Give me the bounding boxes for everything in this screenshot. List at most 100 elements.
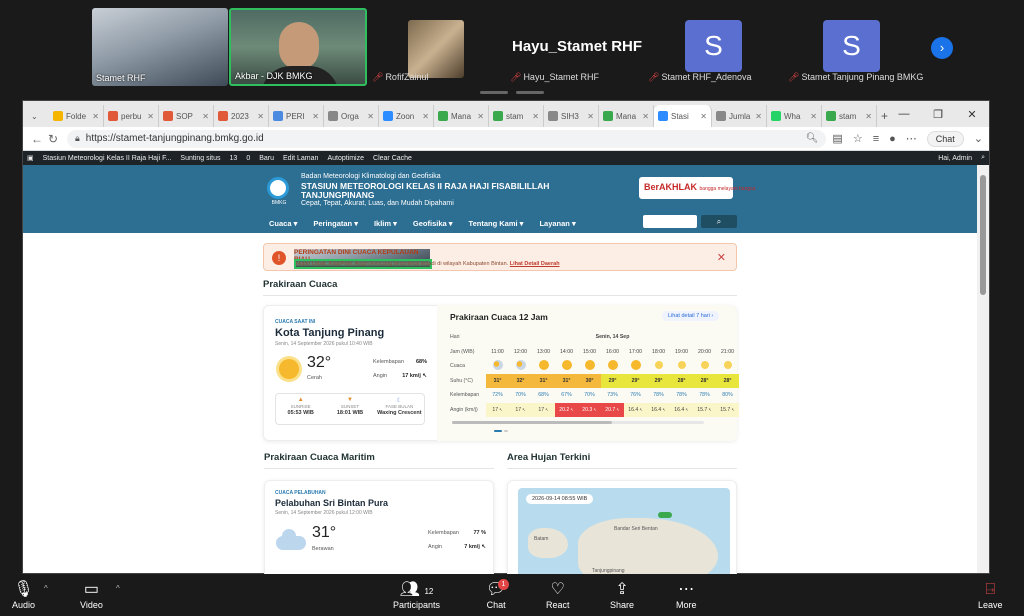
wp-site-link[interactable]: Stasiun Meteorologi Kelas II Raja Haji F… <box>43 155 172 162</box>
favorites-icon[interactable]: ≡ <box>873 133 879 145</box>
share-button[interactable]: ⇪ Share <box>610 580 634 610</box>
browser-tab[interactable]: Mana ✕ <box>599 105 654 127</box>
browser-tab[interactable]: SIH3 ✕ <box>544 105 599 127</box>
close-tab-icon[interactable]: ✕ <box>477 112 484 121</box>
browser-tab[interactable]: SOP ✕ <box>159 105 214 127</box>
avatar[interactable]: S <box>823 20 880 72</box>
video-tile-stamet-rhf[interactable]: Stamet RHF <box>92 8 228 86</box>
site-search-input[interactable] <box>643 215 697 228</box>
wp-comments[interactable]: 0 <box>246 155 250 162</box>
close-tab-icon[interactable]: ✕ <box>642 112 649 121</box>
video-tile-akbar[interactable]: Akbar - DJK BMKG <box>229 8 367 86</box>
close-icon[interactable]: ✕ <box>717 251 726 264</box>
wp-updates[interactable]: 13 <box>230 155 238 162</box>
close-tab-icon[interactable]: ✕ <box>147 112 154 121</box>
video-tile-rofif[interactable] <box>408 20 464 78</box>
video-button[interactable]: ▭ Video <box>80 580 103 610</box>
zoom-icon[interactable]: 🔍︎ <box>806 133 819 144</box>
copilot-chat-button[interactable]: Chat <box>926 130 964 147</box>
search-icon[interactable]: ⌕ <box>981 154 985 162</box>
avatar[interactable]: S <box>685 20 742 72</box>
scrollbar-thumb[interactable] <box>980 175 986 295</box>
reload-icon[interactable]: ↻ <box>45 132 61 146</box>
menu-iklim[interactable]: Iklim ▾ <box>374 219 397 228</box>
forecast-7day-link[interactable]: Lihat detail 7 hari › <box>662 311 720 321</box>
menu-peringatan[interactable]: Peringatan ▾ <box>313 219 358 228</box>
map-label: Batam <box>534 536 549 542</box>
browser-tab[interactable]: Jumla ✕ <box>712 105 767 127</box>
carousel-dots[interactable] <box>494 430 508 432</box>
tab-favicon-icon <box>438 111 448 121</box>
wp-logo-icon[interactable]: ▣ <box>27 154 34 162</box>
chevron-down-icon[interactable]: ⌄ <box>974 132 983 145</box>
browser-tab[interactable]: Folde ✕ <box>49 105 104 127</box>
browser-tab[interactable]: Wha ✕ <box>767 105 822 127</box>
drag-handle[interactable] <box>480 91 508 94</box>
next-page-icon[interactable]: › <box>931 37 953 59</box>
rain-map[interactable]: 2026-09-14 08:55 WIB Batam Bandar Seri B… <box>518 488 730 578</box>
audio-button[interactable]: 🎙︎ Audio <box>12 580 35 610</box>
audio-options-caret[interactable]: ^ <box>44 584 48 593</box>
forecast-scrollbar[interactable] <box>452 421 704 424</box>
address-bar[interactable]: 🔒︎ https://stamet-tanjungpinang.bmkg.go.i… <box>67 129 827 148</box>
menu-cuaca[interactable]: Cuaca ▾ <box>269 219 297 228</box>
close-tab-icon[interactable]: ✕ <box>587 112 594 121</box>
react-button[interactable]: ♡ React <box>546 580 570 610</box>
wp-greeting[interactable]: Hai, Admin <box>938 155 972 162</box>
close-tab-icon[interactable]: ✕ <box>700 112 707 121</box>
wp-new[interactable]: Baru <box>259 155 274 162</box>
reader-icon[interactable]: ▤ <box>832 132 842 145</box>
hour-cell: 15:00 <box>583 348 596 355</box>
warning-detail-link[interactable]: Lihat Detail Daerah <box>510 261 560 267</box>
browser-tab[interactable]: Stasi ✕ <box>654 105 712 127</box>
favorite-icon[interactable]: ☆ <box>853 132 863 145</box>
maximize-icon[interactable]: ❐ <box>921 108 955 121</box>
wp-clear-cache[interactable]: Clear Cache <box>373 155 412 162</box>
temp-cell: 29° <box>624 373 647 388</box>
tab-label: SOP <box>176 111 193 121</box>
temp-cell: 28° <box>716 373 739 388</box>
close-icon[interactable]: ✕ <box>955 108 989 121</box>
browser-tab[interactable]: Mana ✕ <box>434 105 489 127</box>
leave-button[interactable]: ⍈ Leave <box>978 580 1003 610</box>
menu-geofisika[interactable]: Geofisika ▾ <box>413 219 453 228</box>
wp-edit-page[interactable]: Edit Laman <box>283 155 318 162</box>
more-icon[interactable]: ⋯ <box>906 132 917 145</box>
browser-tab[interactable]: PERI ✕ <box>269 105 324 127</box>
tab-list-button[interactable]: ⌄ <box>27 105 49 127</box>
wp-autoptimize[interactable]: Autoptimize <box>327 155 364 162</box>
wp-edit-site[interactable]: Sunting situs <box>180 155 220 162</box>
back-icon[interactable]: ← <box>29 132 45 146</box>
table-row: Angin (km/j) 17 ↖ 17 ↖ 17 ↖ 20.2 ↖ 20.3 ↖ 20.7… <box>450 402 739 417</box>
close-tab-icon[interactable]: ✕ <box>202 112 209 121</box>
weather-cell <box>555 359 578 374</box>
close-tab-icon[interactable]: ✕ <box>257 112 264 121</box>
more-button[interactable]: ⋯ More <box>676 580 697 610</box>
bmkg-logo[interactable]: BMKG <box>267 177 291 207</box>
video-options-caret[interactable]: ^ <box>116 584 120 593</box>
participant-face <box>279 22 319 70</box>
menu-tentang-kami[interactable]: Tentang Kami ▾ <box>469 219 524 228</box>
close-tab-icon[interactable]: ✕ <box>92 112 99 121</box>
participants-button[interactable]: 👥︎ 12 Participants <box>393 580 440 610</box>
site-search-button[interactable]: ⌕ <box>701 215 737 228</box>
close-tab-icon[interactable]: ✕ <box>865 112 872 121</box>
drag-handle[interactable] <box>516 91 544 94</box>
wind-cell: 20.7 ↖ <box>601 402 624 417</box>
close-tab-icon[interactable]: ✕ <box>532 112 539 121</box>
minimize-icon[interactable]: — <box>887 108 921 120</box>
menu-layanan[interactable]: Layanan ▾ <box>539 219 575 228</box>
profile-icon[interactable]: ● <box>889 133 896 145</box>
close-tab-icon[interactable]: ✕ <box>367 112 374 121</box>
close-tab-icon[interactable]: ✕ <box>810 112 817 121</box>
browser-tab[interactable]: Zoon ✕ <box>379 105 434 127</box>
browser-tab[interactable]: 2023 ✕ <box>214 105 269 127</box>
close-tab-icon[interactable]: ✕ <box>312 112 319 121</box>
browser-tab[interactable]: stam ✕ <box>489 105 544 127</box>
browser-tab[interactable]: perbu ✕ <box>104 105 159 127</box>
browser-tab[interactable]: Orga ✕ <box>324 105 379 127</box>
close-tab-icon[interactable]: ✕ <box>755 112 762 121</box>
scrollbar[interactable] <box>977 165 989 573</box>
close-tab-icon[interactable]: ✕ <box>422 112 429 121</box>
browser-tab[interactable]: stam ✕ <box>822 105 877 127</box>
